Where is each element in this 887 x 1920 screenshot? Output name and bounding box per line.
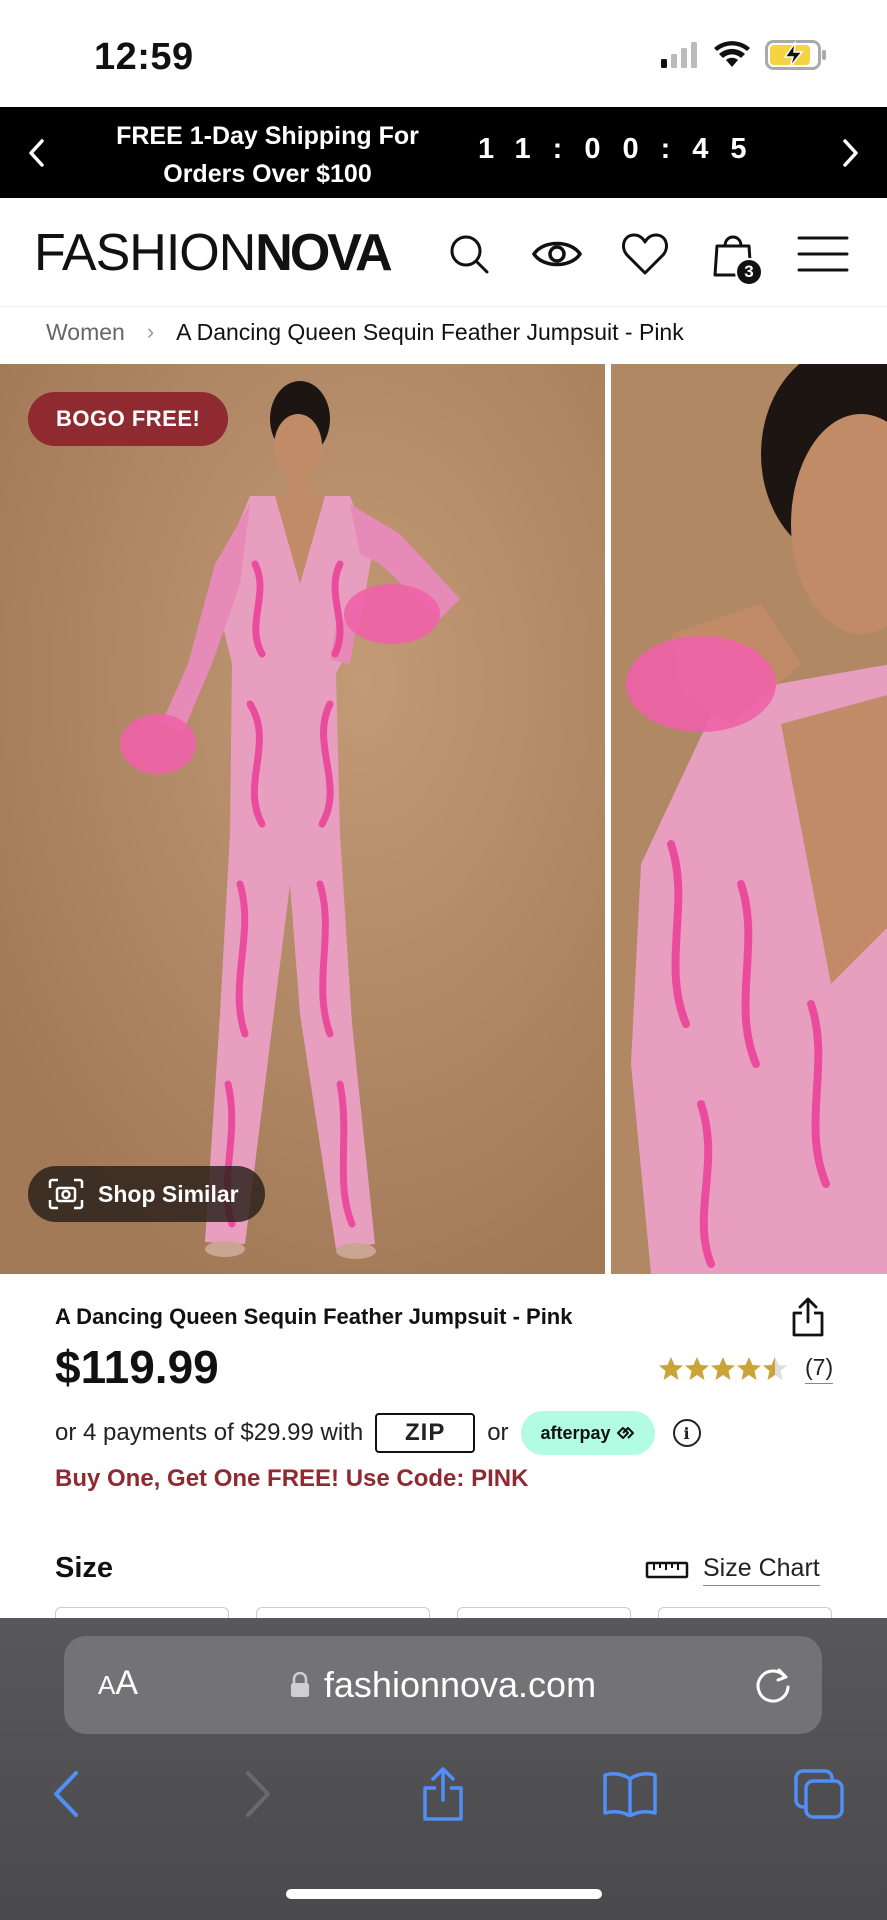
installment-info: or 4 payments of $29.99 with ZIP or afte… bbox=[55, 1411, 701, 1455]
chevron-left-icon bbox=[54, 1771, 78, 1817]
recently-viewed-button[interactable] bbox=[529, 226, 585, 282]
promo-text: FREE 1-Day Shipping For Orders Over $100 bbox=[90, 117, 445, 193]
product-image-secondary[interactable] bbox=[611, 364, 887, 1274]
product-info: A Dancing Queen Sequin Feather Jumpsuit … bbox=[0, 1274, 887, 1627]
promo-next-button[interactable] bbox=[821, 107, 881, 198]
model-closeup-illustration bbox=[611, 364, 887, 1274]
product-price: $119.99 bbox=[55, 1341, 219, 1393]
breadcrumb-current: A Dancing Queen Sequin Feather Jumpsuit … bbox=[176, 318, 684, 345]
chevron-right-icon bbox=[843, 138, 858, 167]
product-gallery[interactable]: BOGO FREE! Shop Similar bbox=[0, 364, 887, 1274]
rating[interactable]: (7) bbox=[658, 1354, 834, 1384]
reload-button[interactable] bbox=[752, 1664, 794, 1706]
lock-icon bbox=[290, 1672, 309, 1697]
home-indicator[interactable] bbox=[286, 1889, 602, 1899]
breadcrumb-women[interactable]: Women bbox=[46, 319, 125, 346]
tabs-icon bbox=[794, 1769, 844, 1819]
forward-button[interactable] bbox=[228, 1764, 288, 1824]
promo-banner: FREE 1-Day Shipping For Orders Over $100… bbox=[0, 107, 887, 198]
fashion-nova-logo[interactable]: FASHIONNOVA bbox=[34, 223, 393, 283]
status-time: 12:59 bbox=[94, 36, 194, 78]
menu-button[interactable] bbox=[795, 226, 851, 282]
promo-prev-button[interactable] bbox=[6, 107, 66, 198]
promo-text-line1: FREE 1-Day Shipping For bbox=[116, 122, 419, 150]
product-image-main[interactable]: BOGO FREE! Shop Similar bbox=[0, 364, 605, 1274]
site-header: FASHIONNOVA 3 bbox=[0, 198, 887, 307]
shop-similar-label: Shop Similar bbox=[98, 1180, 239, 1207]
chevron-right-icon: › bbox=[146, 319, 155, 344]
promo-text-line2: Orders Over $100 bbox=[163, 160, 372, 188]
cart-count-badge: 3 bbox=[735, 258, 763, 286]
status-icons bbox=[659, 40, 827, 70]
url-text: fashionnova.com bbox=[323, 1664, 597, 1705]
menu-icon bbox=[797, 236, 849, 272]
model-figure-illustration bbox=[0, 364, 605, 1274]
browser-chrome: AA fashionnova.com bbox=[0, 1618, 887, 1920]
share-button[interactable] bbox=[790, 1296, 836, 1342]
size-heading: Size bbox=[55, 1552, 114, 1584]
wishlist-button[interactable] bbox=[617, 226, 673, 282]
chevron-right-icon bbox=[246, 1771, 270, 1817]
afterpay-badge[interactable]: afterpay bbox=[520, 1411, 655, 1455]
reload-icon bbox=[756, 1668, 790, 1703]
shop-similar-button[interactable]: Shop Similar bbox=[28, 1166, 265, 1222]
url-display[interactable]: fashionnova.com bbox=[64, 1664, 822, 1706]
status-bar: 12:59 bbox=[0, 0, 887, 107]
bogo-badge: BOGO FREE! bbox=[28, 392, 229, 446]
browser-share-button[interactable] bbox=[413, 1764, 473, 1824]
countdown-timer: 11:00:45 bbox=[478, 133, 769, 165]
afterpay-arrows-icon bbox=[616, 1427, 634, 1439]
installment-or: or bbox=[487, 1419, 509, 1446]
back-button[interactable] bbox=[36, 1764, 96, 1824]
tabs-button[interactable] bbox=[789, 1764, 849, 1824]
wifi-icon bbox=[714, 41, 750, 67]
size-chart-label: Size Chart bbox=[703, 1554, 820, 1586]
logo-light-text: FASHION bbox=[34, 224, 256, 282]
battery-charging-icon bbox=[765, 40, 826, 70]
logo-bold-text: NOVA bbox=[255, 224, 392, 282]
bookmarks-button[interactable] bbox=[600, 1764, 660, 1824]
info-icon[interactable]: i bbox=[672, 1419, 701, 1447]
ruler-icon bbox=[645, 1561, 689, 1579]
search-icon bbox=[450, 235, 489, 274]
book-icon bbox=[603, 1772, 657, 1817]
afterpay-label: afterpay bbox=[540, 1422, 611, 1443]
share-icon bbox=[423, 1767, 463, 1821]
review-count-link[interactable]: (7) bbox=[805, 1354, 834, 1384]
share-icon bbox=[792, 1297, 824, 1337]
size-chart-link[interactable]: Size Chart bbox=[645, 1554, 820, 1586]
search-button[interactable] bbox=[441, 226, 497, 282]
eye-icon bbox=[531, 241, 583, 267]
product-title: A Dancing Queen Sequin Feather Jumpsuit … bbox=[55, 1304, 573, 1329]
camera-icon bbox=[48, 1178, 84, 1210]
cart-button[interactable]: 3 bbox=[705, 226, 763, 286]
cellular-signal-icon bbox=[661, 42, 697, 68]
star-rating-icons bbox=[659, 1357, 787, 1380]
zip-badge[interactable]: ZIP bbox=[375, 1413, 476, 1453]
promo-code-text: Buy One, Get One FREE! Use Code: PINK bbox=[55, 1465, 529, 1492]
heart-icon bbox=[622, 233, 668, 275]
chevron-left-icon bbox=[29, 138, 44, 167]
address-bar[interactable]: AA fashionnova.com bbox=[64, 1636, 822, 1734]
installment-text: or 4 payments of $29.99 with bbox=[55, 1419, 364, 1446]
breadcrumb: Women › A Dancing Queen Sequin Feather J… bbox=[46, 314, 684, 350]
